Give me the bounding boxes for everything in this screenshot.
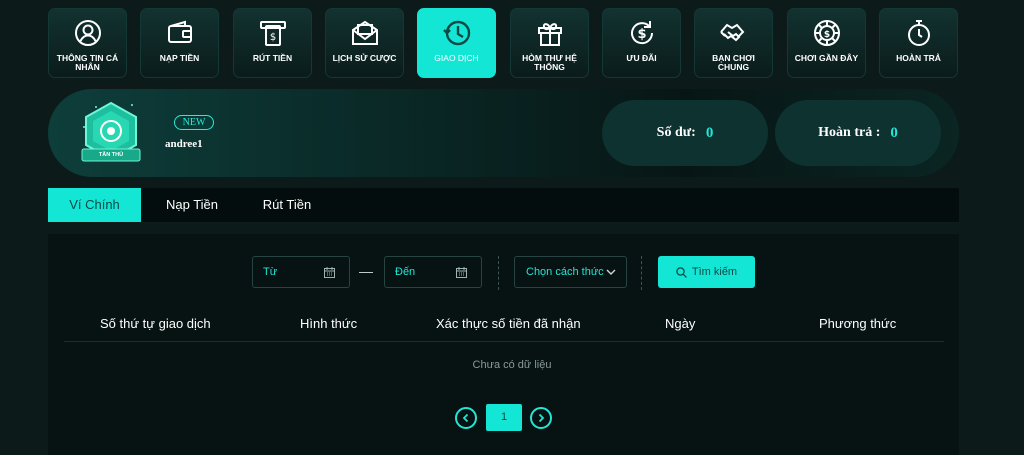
user-circle-icon (71, 16, 105, 50)
nav-deposit-button[interactable]: NẠP TIỀN (140, 8, 219, 78)
nav-withdraw-button[interactable]: $ RÚT TIỀN (233, 8, 312, 78)
chevron-left-icon (462, 413, 469, 423)
nav-label: ƯU ĐÃI (626, 53, 657, 63)
nav-label: RÚT TIỀN (252, 53, 293, 63)
nav-label: GIAO DỊCH (434, 53, 479, 63)
search-button-label: Tìm kiếm (691, 266, 738, 278)
search-icon (676, 266, 687, 278)
balance-label: Số dư: (656, 125, 696, 140)
method-select-placeholder: Chọn cách thức (526, 266, 604, 278)
nav-recent-games-button[interactable]: $ CHƠI GẦN ĐÂY (787, 8, 866, 78)
chevron-right-icon (538, 413, 545, 423)
nav-bet-history-button[interactable]: LỊCH SỬ CƯỢC (325, 8, 404, 78)
next-page-button[interactable] (530, 407, 552, 429)
wallet-tabs: Ví Chính Nạp Tiền Rút Tiền (48, 188, 959, 222)
date-from-placeholder: Từ (263, 266, 278, 278)
nav-transactions-button[interactable]: GIAO DỊCH (417, 8, 496, 78)
column-header-amount-verified: Xác thực số tiền đã nhận (436, 316, 581, 331)
nav-refund-button[interactable]: HOÀN TRẢ (879, 8, 958, 78)
nav-personal-info-button[interactable]: THÔNG TIN CÁ NHÂN (48, 8, 127, 78)
profile-bar: TÂN THỦ NEW andree1 Số dư: 0 Hoàn trả : … (48, 89, 959, 177)
chevron-down-icon (606, 267, 616, 280)
top-navigation: THÔNG TIN CÁ NHÂN NẠP TIỀN $ RÚT TIỀN LỊ… (48, 8, 959, 78)
calendar-icon (324, 267, 335, 281)
refund-value: 0 (890, 124, 898, 141)
column-header-date: Ngày (665, 316, 696, 331)
chip-dollar-icon: $ (810, 16, 844, 50)
nav-label: HÒM THƯ HỆ THỐNG (522, 53, 577, 72)
wallet-icon (163, 16, 197, 50)
nav-label: LỊCH SỬ CƯỢC (332, 53, 397, 63)
balance-value: 0 (705, 124, 714, 141)
column-header-transaction-no: Số thứ tự giao dịch (100, 316, 211, 331)
envelope-icon (348, 16, 382, 50)
filter-divider (498, 256, 499, 290)
refund-label: Hoàn trả : (818, 125, 881, 140)
nav-label: HOÀN TRẢ (896, 53, 941, 63)
balance-pill: Số dư: 0 (602, 100, 768, 166)
date-to-placeholder: Đến (395, 266, 416, 278)
refresh-dollar-icon: $ (625, 16, 659, 50)
handshake-icon (717, 16, 751, 50)
gift-box-icon (533, 16, 567, 50)
nav-label: THÔNG TIN CÁ NHÂN (56, 53, 119, 72)
date-range-dash (359, 272, 373, 273)
nav-label: CHƠI GẦN ĐÂY (794, 53, 859, 63)
stopwatch-icon (902, 16, 936, 50)
prev-page-button[interactable] (455, 407, 477, 429)
refund-pill: Hoàn trả : 0 (775, 100, 941, 166)
column-header-type: Hình thức (300, 316, 358, 331)
table-header-divider (64, 341, 944, 342)
svg-text:$: $ (637, 27, 646, 42)
calendar-icon (456, 267, 467, 281)
empty-state-text: Chưa có dữ liệu (472, 359, 552, 371)
svg-text:$: $ (823, 30, 829, 40)
history-clock-icon (440, 16, 474, 50)
tab-main-wallet[interactable]: Ví Chính (48, 188, 141, 222)
search-button[interactable]: Tìm kiếm (658, 256, 755, 288)
username: andree1 (165, 138, 203, 150)
tab-deposit[interactable]: Nạp Tiền (157, 188, 227, 222)
nav-label: NẠP TIỀN (159, 53, 200, 63)
date-from-field[interactable]: Từ (252, 256, 350, 288)
rank-badge: TÂN THỦ (76, 99, 146, 169)
nav-promotions-button[interactable]: $ ƯU ĐÃI (602, 8, 681, 78)
nav-play-together-button[interactable]: BẠN CHƠI CHUNG (694, 8, 773, 78)
filter-divider (641, 256, 642, 290)
nav-label: BẠN CHƠI CHUNG (712, 53, 755, 72)
page-number-button[interactable]: 1 (486, 404, 522, 431)
rank-badge-label: TÂN THỦ (98, 152, 124, 158)
svg-text:$: $ (269, 32, 275, 43)
method-select[interactable]: Chọn cách thức (514, 256, 627, 288)
column-header-method: Phương thức (819, 316, 897, 331)
new-tag: NEW (174, 115, 214, 130)
nav-system-inbox-button[interactable]: HÒM THƯ HỆ THỐNG (510, 8, 589, 78)
atm-withdraw-icon: $ (256, 16, 290, 50)
tab-withdraw[interactable]: Rút Tiền (252, 188, 322, 222)
date-to-field[interactable]: Đến (384, 256, 482, 288)
